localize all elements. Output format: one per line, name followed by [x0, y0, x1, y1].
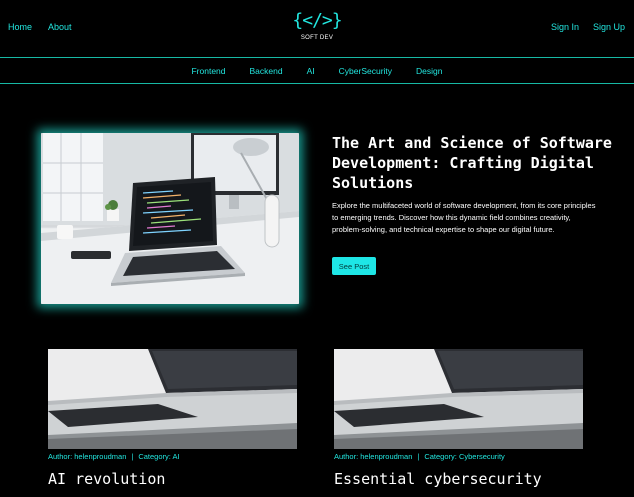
meta-separator: |	[131, 452, 134, 461]
auth-nav: Sign In Sign Up	[551, 22, 625, 32]
laptop-closeup-photo	[48, 349, 297, 449]
see-post-button[interactable]: See Post	[332, 257, 376, 275]
category-frontend-link[interactable]: Frontend	[191, 66, 225, 76]
category-ai-link[interactable]: AI	[307, 66, 315, 76]
post-card-image[interactable]	[334, 349, 583, 449]
code-brackets-icon: {</>}	[292, 10, 342, 31]
category-label[interactable]: Category: AI	[138, 452, 179, 461]
laptop-closeup-photo	[334, 349, 583, 449]
post-card-title[interactable]: AI revolution	[48, 470, 298, 488]
primary-nav: Home About	[8, 22, 72, 32]
nav-about-link[interactable]: About	[48, 22, 72, 32]
category-label[interactable]: Category: Cybersecurity	[424, 452, 504, 461]
author-label[interactable]: Author: helenproudman	[334, 452, 412, 461]
author-label[interactable]: Author: helenproudman	[48, 452, 126, 461]
post-card[interactable]: Author: helenproudman | Category: AI AI re…	[48, 349, 298, 488]
meta-separator: |	[417, 452, 420, 461]
featured-post: The Art and Science of Software Developm…	[0, 85, 634, 345]
post-card-image[interactable]	[48, 349, 297, 449]
category-backend-link[interactable]: Backend	[250, 66, 283, 76]
sign-in-link[interactable]: Sign In	[551, 22, 579, 32]
top-navbar: Home About {</>} SOFT DEV Sign In Sign U…	[0, 0, 634, 58]
nav-home-link[interactable]: Home	[8, 22, 32, 32]
sign-up-link[interactable]: Sign Up	[593, 22, 625, 32]
post-card-title[interactable]: Essential cybersecurity	[334, 470, 584, 488]
post-card-meta: Author: helenproudman | Category: AI	[48, 452, 298, 461]
post-card-meta: Author: helenproudman | Category: Cybersec…	[334, 452, 584, 461]
category-design-link[interactable]: Design	[416, 66, 442, 76]
site-logo[interactable]: {</>} SOFT DEV	[292, 10, 342, 42]
laptop-desk-photo	[41, 133, 299, 304]
category-cybersecurity-link[interactable]: CyberSecurity	[339, 66, 392, 76]
post-card[interactable]: Author: helenproudman | Category: Cybersec…	[334, 349, 584, 488]
featured-post-title[interactable]: The Art and Science of Software Developm…	[332, 133, 622, 193]
category-nav: Frontend Backend AI CyberSecurity Design	[0, 58, 634, 84]
featured-post-image[interactable]	[41, 133, 299, 304]
featured-post-description: Explore the multifaceted world of softwa…	[332, 201, 596, 234]
logo-text: SOFT DEV	[300, 35, 334, 41]
